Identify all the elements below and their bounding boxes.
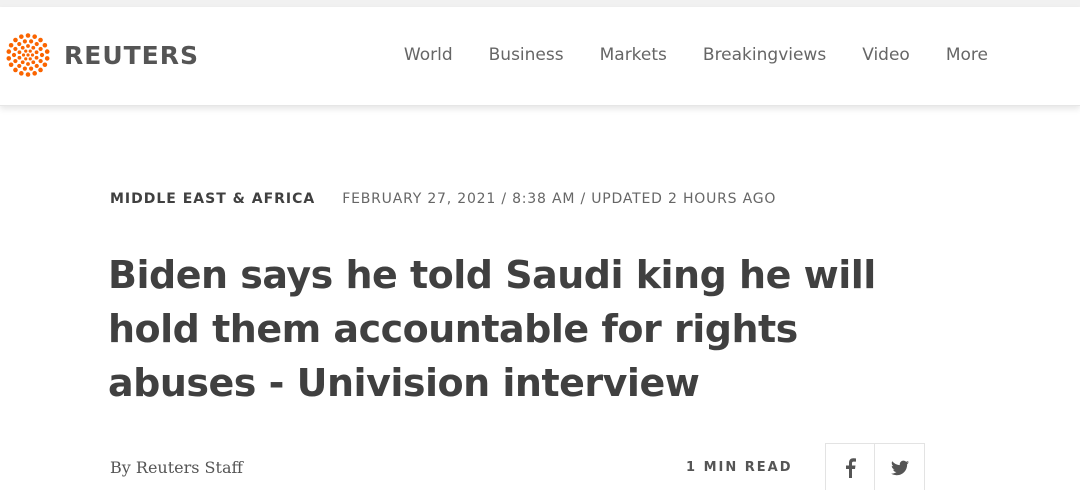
- article-dateline: FEBRUARY 27, 2021 / 8:38 AM / UPDATED 2 …: [342, 191, 777, 207]
- byline: By Reuters Staff: [110, 458, 243, 477]
- section-link[interactable]: MIDDLE EAST & AFRICA: [110, 191, 315, 207]
- nav-item-video[interactable]: Video: [862, 45, 910, 65]
- nav-item-business[interactable]: Business: [489, 45, 564, 65]
- main-nav: World Business Markets Breakingviews Vid…: [404, 45, 988, 65]
- top-strip: [0, 0, 1080, 7]
- author-link[interactable]: Reuters Staff: [136, 458, 243, 477]
- facebook-share-button[interactable]: [825, 443, 875, 490]
- share-buttons: [825, 443, 925, 490]
- reuters-logo[interactable]: REUTERS: [2, 31, 199, 79]
- facebook-icon: [846, 458, 856, 478]
- nav-item-markets[interactable]: Markets: [600, 45, 667, 65]
- site-header: REUTERS World Business Markets Breakingv…: [0, 7, 1080, 106]
- article-meta: MIDDLE EAST & AFRICA FEBRUARY 27, 2021 /…: [110, 191, 776, 207]
- read-time: 1 MIN READ: [686, 460, 793, 475]
- nav-item-more[interactable]: More: [946, 45, 988, 65]
- brand-name: REUTERS: [64, 40, 200, 70]
- reuters-logo-icon: [6, 33, 50, 77]
- byline-prefix: By: [110, 458, 131, 477]
- twitter-share-button[interactable]: [875, 443, 925, 490]
- nav-item-breakingviews[interactable]: Breakingviews: [703, 45, 826, 65]
- nav-item-world[interactable]: World: [404, 45, 453, 65]
- twitter-icon: [890, 460, 909, 476]
- article-headline: Biden says he told Saudi king he will ho…: [108, 253, 876, 405]
